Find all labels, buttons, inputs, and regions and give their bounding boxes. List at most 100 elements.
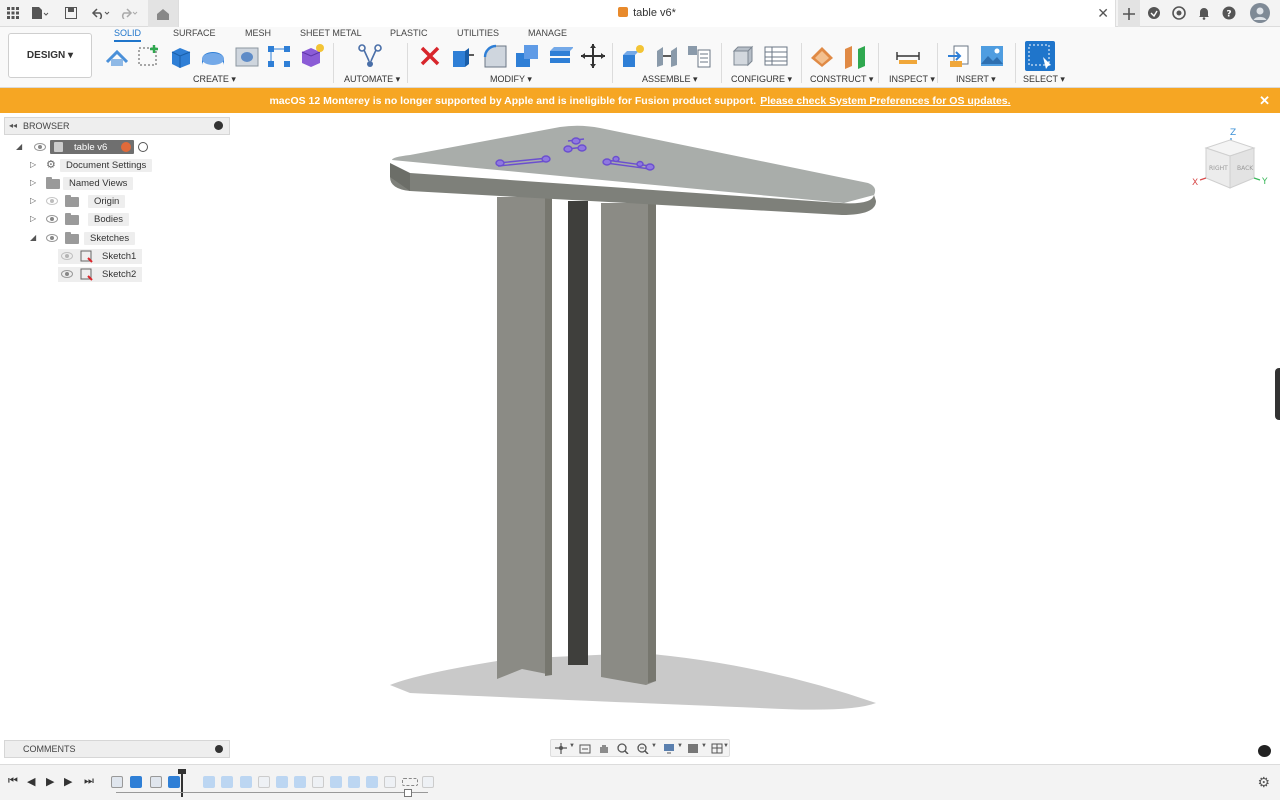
select-menu[interactable]: SELECT ▾ — [1023, 74, 1065, 85]
tab-surface[interactable]: SURFACE — [173, 28, 216, 38]
go-to-start-icon[interactable]: ⏮ — [8, 775, 18, 788]
extrude-icon[interactable] — [168, 43, 194, 69]
document-tab[interactable]: table v6* ✕ — [178, 0, 1116, 27]
insert-derive-icon[interactable] — [946, 43, 972, 69]
configure-icon[interactable] — [731, 43, 757, 69]
timeline-feature-suppressed[interactable] — [366, 776, 378, 788]
step-back-icon[interactable]: ◀ — [27, 775, 35, 788]
timeline-feature-sketch[interactable] — [150, 776, 162, 788]
timeline-marker[interactable] — [181, 771, 183, 797]
viewcube-right-face[interactable]: RIGHT — [1209, 165, 1228, 172]
home-icon[interactable] — [148, 0, 178, 27]
timeline-feature-extrude[interactable] — [168, 776, 180, 788]
timeline-settings-gear-icon[interactable]: ⚙ — [1257, 774, 1270, 791]
pan-icon[interactable] — [598, 743, 610, 754]
timeline-feature-suppressed[interactable] — [258, 776, 270, 788]
timeline-feature-suppressed[interactable] — [221, 776, 233, 788]
midplane-icon[interactable] — [842, 43, 868, 69]
avatar[interactable] — [1250, 3, 1270, 23]
canvas-viewport[interactable] — [0, 113, 1280, 738]
chevron-down-icon[interactable]: ▼ — [701, 743, 707, 749]
new-component-icon[interactable] — [104, 43, 130, 69]
offset-plane-icon[interactable] — [809, 43, 835, 69]
revolve-icon[interactable] — [200, 43, 226, 69]
table-leg-right[interactable] — [601, 203, 656, 685]
tab-manage[interactable]: MANAGE — [528, 28, 567, 38]
tab-utilities[interactable]: UTILITIES — [457, 28, 499, 38]
table-leg-left[interactable] — [497, 197, 552, 679]
timeline-end-handle[interactable] — [404, 789, 412, 797]
timeline-feature-suppressed[interactable] — [422, 776, 434, 788]
create-menu[interactable]: CREATE ▾ — [193, 74, 236, 85]
file-icon[interactable] — [30, 5, 50, 21]
tab-plastic[interactable]: PLASTIC — [390, 28, 428, 38]
insert-canvas-icon[interactable] — [979, 43, 1005, 69]
automate-icon[interactable] — [357, 43, 383, 69]
fillet-icon[interactable] — [482, 43, 508, 69]
play-icon[interactable]: ▶ — [46, 775, 54, 788]
display-settings-icon[interactable] — [663, 743, 675, 754]
move-copy-icon[interactable] — [580, 43, 606, 69]
fit-icon[interactable] — [637, 743, 649, 754]
workspace-switcher-button[interactable]: DESIGN ▾ — [8, 33, 92, 78]
close-icon[interactable]: ✕ — [1097, 5, 1109, 22]
close-icon[interactable]: ✕ — [1259, 93, 1270, 109]
configuration-table-icon[interactable] — [763, 43, 789, 69]
chevron-down-icon[interactable]: ▼ — [723, 743, 729, 749]
notifications-icon[interactable] — [1196, 5, 1212, 21]
measure-icon[interactable] — [895, 43, 921, 69]
timeline-feature-sketch[interactable] — [111, 776, 123, 788]
insert-menu[interactable]: INSERT ▾ — [956, 74, 996, 85]
timeline-feature-suppressed[interactable] — [330, 776, 342, 788]
extension-icon[interactable] — [1146, 5, 1162, 21]
modify-menu[interactable]: MODIFY ▾ — [490, 74, 532, 85]
comments-panel-header[interactable]: COMMENTS — [4, 740, 230, 758]
construct-menu[interactable]: CONSTRUCT ▾ — [810, 74, 873, 85]
tab-solid[interactable]: SOLID — [114, 28, 142, 42]
grid-icon[interactable] — [6, 5, 20, 21]
timeline-feature-suppressed[interactable] — [348, 776, 360, 788]
undo-icon[interactable] — [90, 5, 112, 21]
timeline-feature-suppressed[interactable] — [312, 776, 324, 788]
create-sketch-icon[interactable] — [136, 43, 162, 69]
job-status-icon[interactable] — [1171, 5, 1187, 21]
joint-icon[interactable] — [654, 43, 680, 69]
timeline-feature-extrude[interactable] — [130, 776, 142, 788]
viewports-icon[interactable] — [711, 743, 723, 754]
feedback-icon[interactable] — [1258, 745, 1271, 757]
select-icon[interactable] — [1025, 41, 1055, 71]
new-tab-icon[interactable] — [1118, 0, 1140, 27]
tab-sheet-metal[interactable]: SHEET METAL — [300, 28, 362, 38]
viewcube-back-face[interactable]: BACK — [1237, 165, 1254, 172]
table-leg-center[interactable] — [568, 201, 588, 665]
assemble-menu[interactable]: ASSEMBLE ▾ — [642, 74, 698, 85]
viewcube[interactable]: Z RIGHT BACK X Y — [1192, 126, 1272, 196]
go-to-end-icon[interactable]: ⏭ — [84, 775, 94, 788]
help-icon[interactable]: ? — [1221, 5, 1237, 21]
pattern-icon[interactable] — [266, 43, 292, 69]
chevron-down-icon[interactable]: ▼ — [651, 743, 657, 749]
chevron-down-icon[interactable]: ▼ — [677, 743, 683, 749]
save-icon[interactable] — [64, 5, 78, 21]
step-forward-icon[interactable]: ▶ — [64, 775, 72, 788]
side-panel-handle[interactable] — [1275, 368, 1280, 420]
shell-icon[interactable] — [547, 43, 574, 69]
configure-menu[interactable]: CONFIGURE ▾ — [731, 74, 792, 85]
new-component-assemble-icon[interactable] — [620, 43, 646, 69]
combine-icon[interactable] — [514, 43, 540, 69]
inspect-menu[interactable]: INSPECT ▾ — [889, 74, 935, 85]
add-comment-icon[interactable] — [215, 745, 223, 753]
timeline-feature-suppressed[interactable] — [384, 776, 396, 788]
timeline-feature-suppressed[interactable] — [203, 776, 215, 788]
tab-mesh[interactable]: MESH — [245, 28, 271, 38]
bill-of-materials-icon[interactable] — [686, 43, 712, 69]
grid-snaps-icon[interactable] — [687, 743, 699, 754]
press-pull-icon[interactable] — [449, 43, 475, 69]
banner-link[interactable]: Please check System Preferences for OS u… — [760, 95, 1010, 107]
look-at-icon[interactable] — [579, 743, 591, 754]
chevron-down-icon[interactable]: ▼ — [569, 743, 575, 749]
orbit-icon[interactable] — [555, 743, 567, 754]
timeline-feature-suppressed[interactable] — [276, 776, 288, 788]
zoom-icon[interactable] — [617, 743, 629, 754]
hole-icon[interactable] — [234, 43, 260, 69]
